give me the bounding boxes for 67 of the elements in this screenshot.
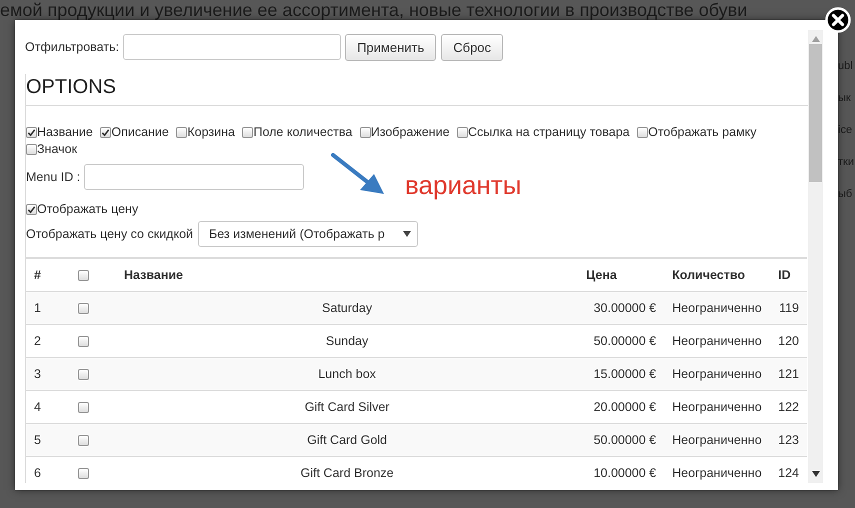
checkbox[interactable] [100, 127, 112, 138]
checkbox-label: Поле количества [253, 125, 352, 139]
table-cell: Gift Card Gold [116, 424, 578, 456]
filter-field[interactable] [123, 34, 342, 60]
checkbox[interactable] [78, 336, 89, 347]
checkbox-label: Отображать цену [37, 202, 138, 216]
background-text: ice [838, 124, 854, 136]
annotation-text: варианты [405, 170, 522, 201]
table-cell: Неограниченно [664, 358, 770, 390]
filter-label: Отфильтровать: [25, 40, 120, 54]
background-text: тки [838, 156, 854, 168]
caret-icon [403, 231, 412, 237]
checkbox-label: Изображение [370, 125, 450, 139]
table-cell: 15.00000 € [578, 358, 664, 390]
table-cell: 123 [770, 424, 807, 456]
table-cell: 3 [26, 358, 70, 390]
table-cell: 30.00000 € [578, 292, 664, 324]
options-heading: OPTIONS [26, 74, 808, 106]
checkbox-label: Описание [111, 125, 169, 139]
checkbox[interactable] [26, 204, 37, 215]
background-text: емой продукции и увеличение ее ассортимента, новые технологии в производстве обуви [0, 0, 748, 21]
table-cell: Gift Card Bronze [116, 456, 578, 483]
table-cell: 119 [770, 292, 807, 324]
menu-id-field[interactable] [84, 164, 304, 190]
table-cell: 121 [770, 358, 807, 390]
reset-button[interactable]: Сброс [441, 34, 504, 60]
table-cell: 1 [26, 292, 70, 324]
table-cell: 50.00000 € [578, 424, 664, 456]
close-icon[interactable] [825, 7, 851, 33]
checkbox[interactable] [78, 303, 89, 314]
background-text: ык [838, 92, 852, 104]
checkbox-label: Ссылка на страницу товара [468, 125, 630, 139]
checkbox-label: Отображать рамку [648, 125, 757, 139]
checkbox[interactable] [26, 144, 37, 155]
background-text: ubl [838, 60, 854, 72]
scrollbar[interactable] [808, 30, 823, 483]
table-cell: Saturday [116, 292, 578, 324]
checkbox[interactable] [637, 127, 648, 138]
background-text: ыб [838, 188, 854, 200]
checkbox[interactable] [78, 402, 89, 413]
checkbox-label: Название [37, 125, 93, 139]
checkbox[interactable] [242, 127, 254, 138]
arrow-icon [330, 152, 386, 196]
table-cell: 5 [26, 424, 70, 456]
checkbox-label: Значок [37, 142, 78, 156]
scroll-down-icon[interactable] [812, 471, 820, 477]
table-cell: Неограниченно [664, 292, 770, 324]
checkbox-label: Корзина [187, 125, 235, 139]
checkbox[interactable] [457, 127, 468, 138]
table-cell: Неограниченно [664, 456, 770, 483]
discount-dropdown[interactable]: Без изменений (Отображать р [198, 221, 418, 247]
checkbox[interactable] [176, 127, 188, 138]
table-cell: 124 [770, 456, 807, 483]
table-cell: Lunch box [116, 358, 578, 390]
scroll-up-icon[interactable] [812, 36, 820, 42]
checkbox[interactable] [78, 270, 89, 281]
checkbox[interactable] [26, 127, 37, 138]
checkbox[interactable] [360, 127, 371, 138]
table-cell: 10.00000 € [578, 456, 664, 483]
table-cell: 6 [26, 456, 70, 483]
apply-button[interactable]: Применить [345, 34, 436, 60]
table-cell: Неограниченно [664, 424, 770, 456]
checkbox[interactable] [78, 369, 89, 380]
checkbox[interactable] [78, 468, 89, 479]
discount-label: Отображать цену со скидкой [26, 227, 194, 241]
menu-id-label: Menu ID : [26, 170, 80, 184]
checkbox[interactable] [78, 435, 89, 446]
